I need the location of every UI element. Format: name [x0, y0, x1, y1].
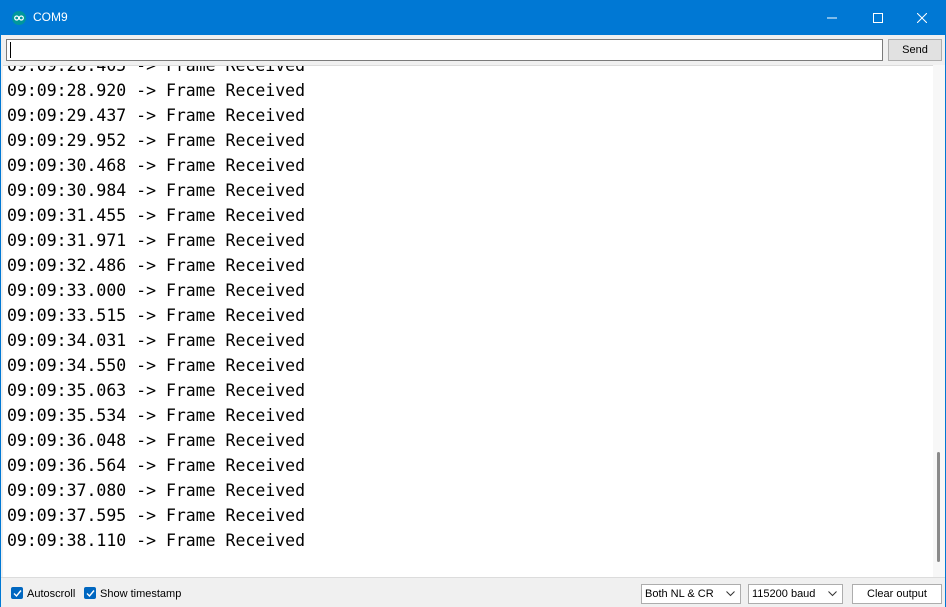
output-line: 09:09:30.984 -> Frame Received	[7, 181, 306, 200]
checkmark-icon	[86, 589, 95, 597]
output-line: 09:09:36.048 -> Frame Received	[7, 431, 306, 450]
output-line: 09:09:29.952 -> Frame Received	[7, 131, 306, 150]
output-line: 09:09:35.063 -> Frame Received	[7, 381, 306, 400]
line-ending-value: Both NL & CR	[645, 588, 714, 600]
output-line: 09:09:29.437 -> Frame Received	[7, 106, 306, 125]
line-ending-select[interactable]: Both NL & CR	[641, 584, 741, 604]
output-line: 09:09:30.468 -> Frame Received	[7, 156, 306, 175]
minimize-icon	[827, 17, 837, 19]
send-input[interactable]	[6, 39, 883, 61]
baud-rate-select[interactable]: 115200 baud	[748, 584, 843, 604]
output-line: 09:09:34.550 -> Frame Received	[7, 356, 306, 375]
clear-output-button[interactable]: Clear output	[852, 584, 942, 604]
send-row: Send	[1, 35, 945, 65]
title-bar[interactable]: COM9	[1, 1, 945, 35]
close-icon	[917, 13, 927, 23]
serial-monitor-window: COM9 Send 09:09:28.405 -> Frame Received…	[0, 0, 946, 607]
baud-rate-value: 115200 baud	[752, 588, 816, 600]
output-line: 09:09:31.455 -> Frame Received	[7, 206, 306, 225]
show-timestamp-label[interactable]: Show timestamp	[100, 588, 181, 600]
maximize-icon	[873, 13, 883, 23]
autoscroll-label[interactable]: Autoscroll	[27, 588, 75, 600]
output-line: 09:09:37.080 -> Frame Received	[7, 481, 306, 500]
output-line: 09:09:33.515 -> Frame Received	[7, 306, 306, 325]
output-line: 09:09:31.971 -> Frame Received	[7, 231, 306, 250]
output-line: 09:09:36.564 -> Frame Received	[7, 456, 306, 475]
output-line: 09:09:28.405 -> Frame Received	[7, 65, 306, 75]
maximize-button[interactable]	[855, 1, 901, 35]
chevron-down-icon	[828, 591, 837, 597]
send-button[interactable]: Send	[888, 39, 942, 61]
vertical-scrollbar[interactable]	[933, 65, 945, 577]
output-line: 09:09:33.000 -> Frame Received	[7, 281, 306, 300]
show-timestamp-checkbox[interactable]	[84, 587, 96, 599]
output-line: 09:09:28.920 -> Frame Received	[7, 81, 306, 100]
arduino-icon	[12, 11, 26, 25]
output-line: 09:09:32.486 -> Frame Received	[7, 256, 306, 275]
output-lines: 09:09:28.405 -> Frame Received 09:09:28.9…	[7, 65, 306, 553]
chevron-down-icon	[726, 591, 735, 597]
autoscroll-checkbox[interactable]	[11, 587, 23, 599]
text-caret	[10, 42, 11, 58]
output-line: 09:09:35.534 -> Frame Received	[7, 406, 306, 425]
output-line: 09:09:34.031 -> Frame Received	[7, 331, 306, 350]
serial-output[interactable]: 09:09:28.405 -> Frame Received 09:09:28.9…	[3, 65, 933, 578]
status-bar: Autoscroll Show timestamp Both NL & CR 1…	[1, 577, 945, 607]
close-button[interactable]	[899, 1, 945, 35]
scroll-thumb[interactable]	[937, 452, 940, 562]
output-line: 09:09:38.110 -> Frame Received	[7, 531, 306, 550]
checkmark-icon	[13, 589, 22, 597]
output-line: 09:09:37.595 -> Frame Received	[7, 506, 306, 525]
window-title: COM9	[33, 10, 68, 24]
minimize-button[interactable]	[809, 1, 855, 35]
